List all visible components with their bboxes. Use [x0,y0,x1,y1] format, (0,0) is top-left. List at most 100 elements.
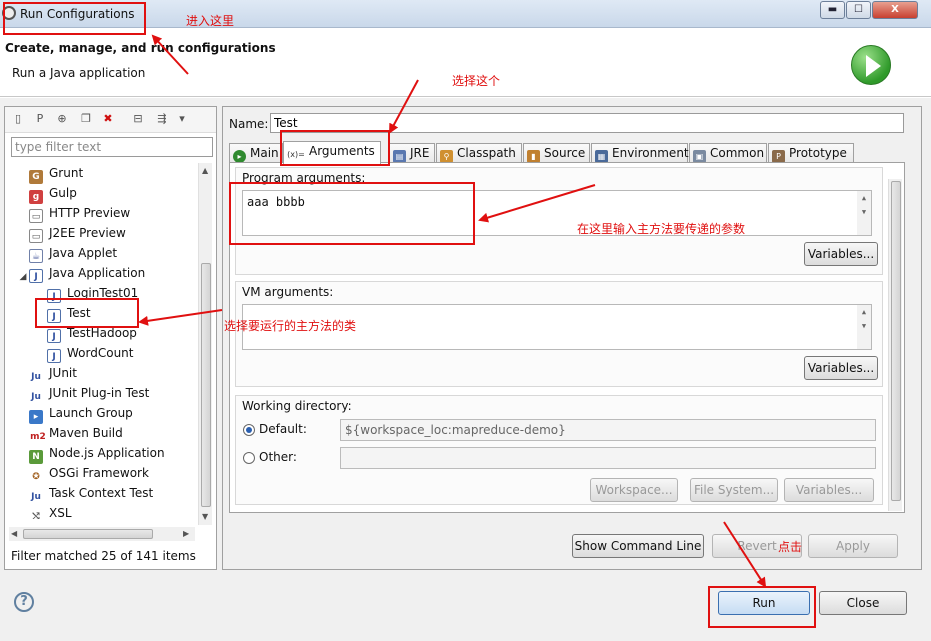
annotation-box-test-item [35,298,139,328]
export-config-icon[interactable]: ⊕ [55,112,69,126]
tab-prototype[interactable]: P Prototype [768,143,854,163]
launch-group-icon: ▸ [29,410,43,424]
delete-config-icon[interactable]: ✖ [101,112,115,126]
tree-item-http-preview[interactable]: ▭ HTTP Preview [29,203,130,223]
help-icon[interactable]: ? [14,592,34,612]
vm-arguments-label: VM arguments: [242,285,334,299]
configuration-tree: G Grunt g Gulp ▭ HTTP Preview ▭ J2EE Preview… [5,163,197,519]
tree-hscroll-thumb[interactable] [23,529,153,539]
tab-common[interactable]: ▣ Common [689,143,767,163]
tree-item-junit-plugin-test[interactable]: Ju JUnit Plug-in Test [29,383,149,403]
arguments-tab-icon: (x)= [287,150,305,159]
tab-main[interactable]: ▸ Main [229,143,283,163]
minimize-button[interactable]: ▬ [820,1,845,19]
vm-args-scrollbar[interactable]: ▲ ▼ [857,305,871,349]
java-applet-icon: ☕ [29,249,43,263]
configuration-list-panel: ▯ P ⊕ ❐ ✖ ⊟ ⇶ ▾ GGrunt gGulp ▭HTTP Previ… [4,106,217,570]
tab-arguments[interactable]: (x)= Arguments [283,141,381,164]
gulp-icon: g [29,190,43,204]
filter-status: Filter matched 25 of 141 items [11,549,196,563]
maximize-button[interactable]: ☐ [846,1,871,19]
editor-scroll-thumb[interactable] [891,181,901,501]
duplicate-config-icon[interactable]: ❐ [79,112,93,126]
program-variables-button[interactable]: Variables... [804,242,878,266]
apply-button[interactable]: Apply [808,534,898,558]
annotation-box-run-button [708,586,816,628]
tab-jre[interactable]: ▤ JRE [389,143,435,163]
annotation-enter-here: 进入这里 [186,14,235,28]
java-application-icon: J [29,269,43,283]
j2ee-preview-icon: ▭ [29,229,43,243]
filter-input[interactable] [11,137,213,157]
scroll-right-icon[interactable]: ▶ [183,528,189,540]
tree-item-java-application[interactable]: ◢ J Java Application [19,263,145,283]
editor-vertical-scrollbar[interactable] [888,179,902,511]
collapse-all-icon[interactable]: ⊟ [131,112,145,126]
working-directory-label: Working directory: [242,399,352,413]
tree-item-j2ee-preview[interactable]: ▭ J2EE Preview [29,223,126,243]
junit-plugin-icon: Ju [31,392,41,402]
working-variables-button[interactable]: Variables... [784,478,874,502]
tab-source[interactable]: ▮ Source [523,143,590,163]
collapse-arrow-icon[interactable]: ◢ [19,270,27,284]
scroll-up-icon[interactable]: ▲ [202,165,208,177]
http-preview-icon: ▭ [29,209,43,223]
tree-item-osgi-framework[interactable]: ✪ OSGi Framework [29,463,149,483]
tree-item-task-context-test[interactable]: Ju Task Context Test [29,483,153,503]
java-class-icon: J [47,329,61,343]
annotation-click: 点击 [778,540,803,554]
other-directory-field[interactable] [340,447,876,469]
vm-variables-button[interactable]: Variables... [804,356,878,380]
tree-vertical-scrollbar[interactable]: ▲ ▼ [198,163,212,525]
default-radio[interactable] [243,424,255,436]
maven-icon: m2 [30,432,46,442]
tree-scroll-thumb[interactable] [201,263,211,507]
default-label: Default: [259,422,307,436]
close-window-button[interactable]: X [872,1,918,19]
xsl-icon: ⤭ [32,512,40,519]
tab-classpath[interactable]: ⚲ Classpath [436,143,522,163]
working-directory-group: Working directory: Default: ${workspace_… [235,395,883,505]
nodejs-icon: N [29,450,43,464]
filter-config-icon[interactable]: ⇶ [155,112,169,126]
workspace-button[interactable]: Workspace... [590,478,678,502]
tree-item-junit[interactable]: Ju JUnit [29,363,77,383]
tree-item-wordcount[interactable]: J WordCount [47,343,133,363]
config-toolbar: ▯ P ⊕ ❐ ✖ ⊟ ⇶ ▾ [5,107,216,133]
annotation-box-title [3,2,146,35]
close-button[interactable]: Close [819,591,907,615]
configuration-editor: Name: ▸Main (x)=Arguments ▤JRE ⚲Classpat… [222,106,922,570]
tree-item-gulp[interactable]: g Gulp [29,183,77,204]
program-args-scrollbar[interactable]: ▲ ▼ [857,191,871,235]
file-system-button[interactable]: File System... [690,478,778,502]
java-class-icon: J [47,349,61,363]
tree-item-grunt[interactable]: G Grunt [29,163,83,184]
new-config-icon[interactable]: ▯ [11,112,25,126]
tab-environment[interactable]: ▦ Environment [591,143,689,163]
vm-arguments-group: VM arguments: ▲ ▼ Variables... [235,281,883,387]
tree-item-xsl[interactable]: ⤭ XSL [29,503,71,519]
annotation-input-params: 在这里输入主方法要传递的参数 [577,222,746,236]
other-label: Other: [259,450,297,464]
annotation-select-class: 选择要运行的主方法的类 [224,319,357,333]
tree-item-launch-group[interactable]: ▸ Launch Group [29,403,133,424]
other-radio[interactable] [243,452,255,464]
tree-item-java-applet[interactable]: ☕ Java Applet [29,243,117,263]
osgi-icon: ✪ [32,472,40,482]
header-title: Create, manage, and run configurations [5,41,276,55]
new-prototype-icon[interactable]: P [33,112,47,126]
scroll-down-icon[interactable]: ▼ [202,511,208,523]
view-menu-chevron-down-icon[interactable]: ▾ [175,112,189,126]
scroll-left-icon[interactable]: ◀ [11,528,17,540]
tree-horizontal-scrollbar[interactable]: ◀ ▶ [9,527,195,541]
grunt-icon: G [29,170,43,184]
annotation-select-this: 选择这个 [452,74,501,88]
show-command-line-button[interactable]: Show Command Line [572,534,704,558]
name-label: Name: [229,117,269,131]
default-directory-field: ${workspace_loc:mapreduce-demo} [340,419,876,441]
annotation-box-program-args [229,182,475,245]
config-tabs: ▸ Main (x)= Arguments ▤ JRE ⚲ Classpath ▮ Sou… [229,141,905,164]
junit-icon: Ju [31,372,41,382]
tree-item-nodejs-application[interactable]: N Node.js Application [29,443,165,464]
tree-item-maven-build[interactable]: m2 Maven Build [29,423,123,443]
